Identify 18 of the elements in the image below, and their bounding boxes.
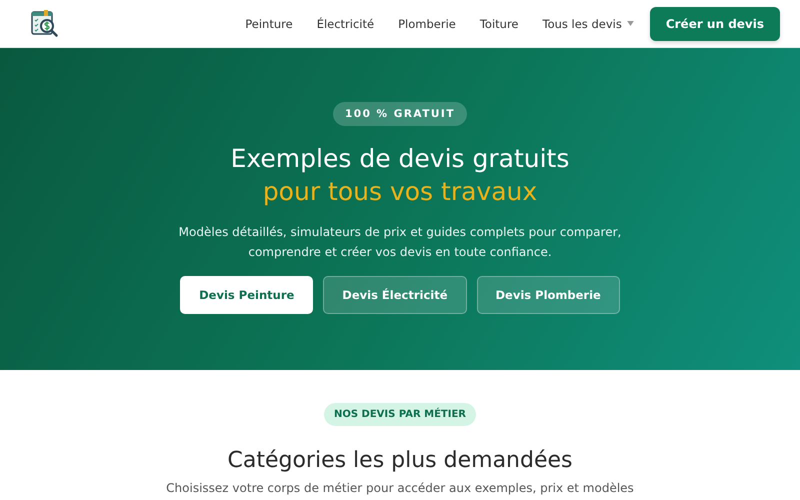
nav-link[interactable]: Électricité — [316, 16, 374, 30]
hero-title-highlight: pour tous vos travaux — [262, 176, 538, 208]
logo-icon[interactable] — [30, 8, 60, 38]
nav-link[interactable]: Toiture — [480, 16, 518, 30]
free-badge: 100 % GRATUIT — [332, 102, 468, 126]
nav-link[interactable]: Peinture — [245, 16, 293, 30]
caret-icon — [626, 21, 634, 26]
hero-title: Exemples de devis gratuits — [230, 143, 570, 175]
nav-link[interactable]: Plomberie — [398, 16, 456, 30]
section-title: Catégories les plus demandées — [227, 448, 572, 473]
quote-button[interactable]: Devis Électricité — [323, 276, 467, 314]
section-text: Choisissez votre corps de métier pour accéder aux exemples, prix et modèles — [166, 481, 634, 496]
hero-text: Modèles détaillés, simulateurs de prix et guides complets pour comparer, comprendre et créer vos devis en toute confiance. — [178, 224, 622, 261]
create-quote-button[interactable]: Créer un devis — [650, 6, 780, 40]
section-badge: NOS DEVIS PAR MÉTIER — [324, 403, 476, 426]
quote-button[interactable]: Devis Plomberie — [476, 276, 620, 314]
nav-link[interactable]: Tous les devis — [542, 16, 634, 30]
quote-button[interactable]: Devis Peinture — [180, 276, 314, 314]
